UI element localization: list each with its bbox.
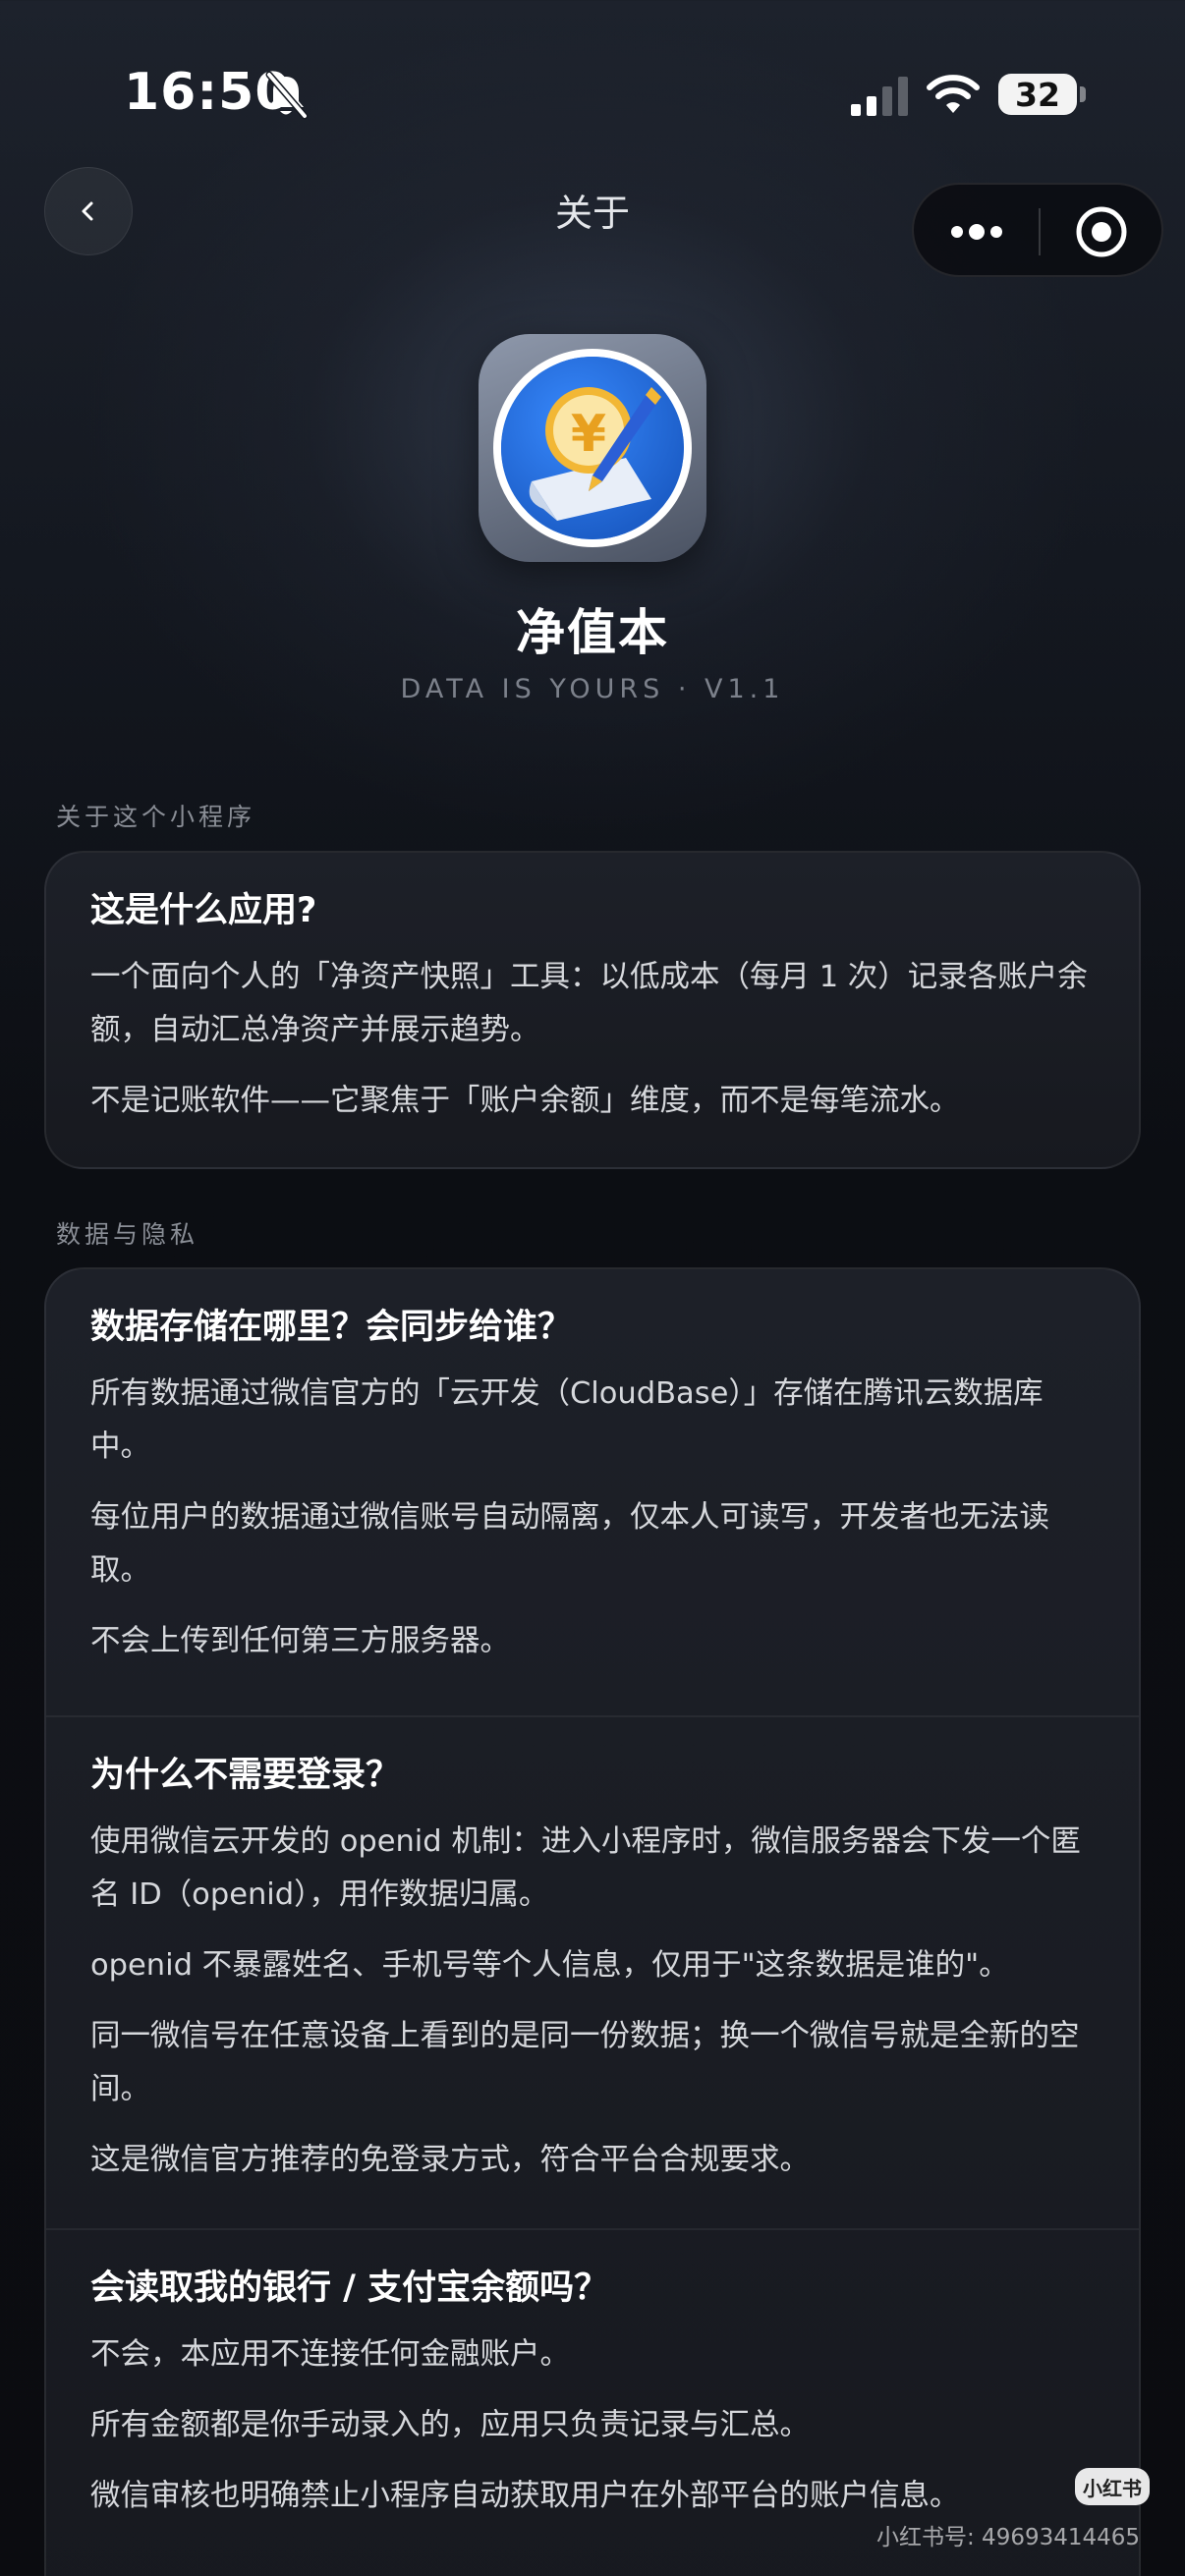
app-tagline: DATA IS YOURS · V1.1: [400, 674, 785, 704]
faq-paragraph: 不是记账软件——它聚焦于「账户余额」维度，而不是每笔流水。: [90, 1084, 960, 1118]
app-logo: ¥: [479, 334, 706, 562]
wallet-pen-logo-icon: ¥: [493, 349, 692, 547]
more-icon[interactable]: [947, 214, 1006, 250]
faq-item: 这是什么应用? 一个面向个人的「净资产快照」工具：以低成本（每月 1 次）记录各…: [46, 853, 1139, 1128]
wifi-icon: [927, 75, 980, 113]
about-card: 这是什么应用? 一个面向个人的「净资产快照」工具：以低成本（每月 1 次）记录各…: [44, 851, 1141, 1169]
faq-heading: 数据存储在哪里？会同步给谁？: [90, 1308, 573, 1347]
watermark-text: 小红书号: 49693414465: [876, 2525, 1141, 2550]
faq-paragraph: 这是微信官方推荐的免登录方式，符合平台合规要求。: [90, 2143, 810, 2177]
section-label-privacy: 数据与隐私: [56, 1220, 199, 1249]
battery-indicator: 32: [998, 74, 1077, 115]
faq-paragraph: 每位用户的数据通过微信账号自动隔离，仅本人可读写，开发者也无法读取。: [90, 1500, 1049, 1588]
faq-paragraph: 所有金额都是你手动录入的，应用只负责记录与汇总。: [90, 2408, 810, 2442]
faq-heading: 这是什么应用?: [90, 891, 317, 930]
faq-paragraph: 所有数据通过微信官方的「云开发（CloudBase）」存储在腾讯云数据库中。: [90, 1376, 1044, 1464]
faq-paragraph: 微信审核也明确禁止小程序自动获取用户在外部平台的账户信息。: [90, 2479, 960, 2513]
app-name: 净值本: [516, 604, 669, 661]
faq-paragraph: 不会，本应用不连接任何金融账户。: [90, 2337, 570, 2372]
privacy-card: 数据存储在哪里？会同步给谁？ 所有数据通过微信官方的「云开发（CloudBase…: [44, 1267, 1141, 2576]
status-bar: 16:50 32: [0, 0, 1185, 187]
faq-heading: 为什么不需要登录？: [90, 1756, 401, 1795]
faq-item: 会读取我的银行 / 支付宝余额吗？ 不会，本应用不连接任何金融账户。 所有金额都…: [46, 2228, 1139, 2523]
watermark-badge: 小红书: [1075, 2468, 1150, 2505]
faq-paragraph: openid 不暴露姓名、手机号等个人信息，仅用于"这条数据是谁的"。: [90, 1948, 1009, 1983]
close-miniprogram-icon[interactable]: [1074, 204, 1129, 259]
faq-paragraph: 同一微信号在任意设备上看到的是同一份数据；换一个微信号就是全新的空间。: [90, 2019, 1080, 2106]
faq-item: 数据存储在哪里？会同步给谁？ 所有数据通过微信官方的「云开发（CloudBase…: [46, 1269, 1139, 1715]
faq-paragraph: 一个面向个人的「净资产快照」工具：以低成本（每月 1 次）记录各账户余额，自动汇…: [90, 960, 1088, 1047]
bell-muted-icon: [265, 71, 309, 120]
faq-paragraph: 不会上传到任何第三方服务器。: [90, 1624, 510, 1658]
faq-heading: 会读取我的银行 / 支付宝余额吗？: [90, 2268, 609, 2308]
section-label-about: 关于这个小程序: [56, 803, 256, 831]
miniprogram-capsule: [912, 183, 1163, 277]
signal-icon: [851, 77, 908, 116]
faq-item: 为什么不需要登录？ 使用微信云开发的 openid 机制：进入小程序时，微信服务…: [46, 1715, 1139, 2228]
battery-cap: [1080, 86, 1086, 102]
capsule-divider: [1039, 208, 1041, 255]
faq-paragraph: 使用微信云开发的 openid 机制：进入小程序时，微信服务器会下发一个匿名 I…: [90, 1824, 1081, 1912]
svg-text:¥: ¥: [571, 405, 606, 464]
